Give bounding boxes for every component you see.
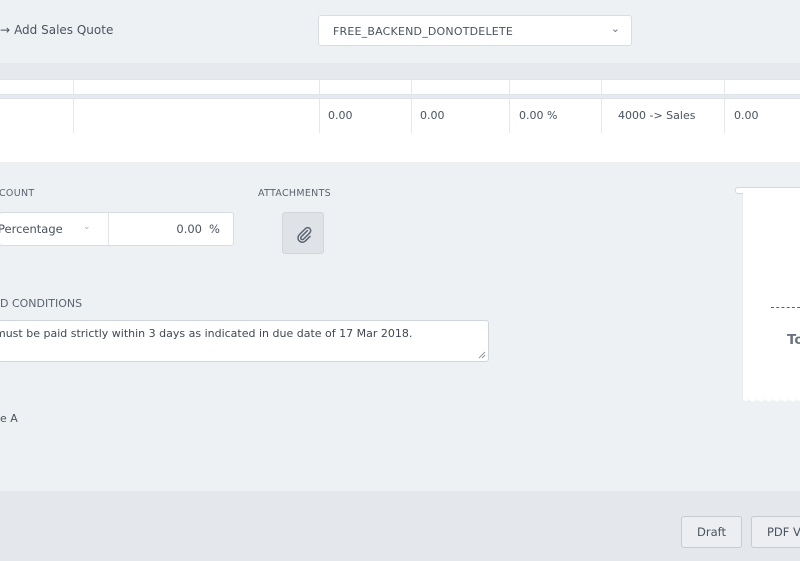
amount-cell[interactable]: 0.00 (734, 109, 759, 122)
chevron-down-icon: ⌄ (610, 22, 620, 35)
paperclip-icon (297, 226, 312, 243)
summary-card: To (743, 192, 800, 398)
back-link-label: Add Sales Quote (14, 23, 114, 37)
discount-label: COUNT (0, 188, 35, 199)
discount-type-value: Percentage (0, 222, 63, 236)
receipt-edge (743, 396, 800, 402)
attach-file-button[interactable] (282, 212, 324, 254)
draft-button[interactable]: Draft (681, 516, 742, 548)
organization-select[interactable]: FREE_BACKEND_DONOTDELETE ⌄ (318, 15, 632, 46)
pdf-button-label: PDF V (767, 525, 800, 539)
table-footer-space (0, 133, 800, 162)
discount-field: Percentage ⌄ % (0, 212, 234, 246)
organization-select-value: FREE_BACKEND_DONOTDELETE (333, 25, 513, 38)
discount-amount-input[interactable] (110, 213, 202, 245)
terms-label: D CONDITIONS (0, 297, 83, 310)
footer-bar (0, 491, 800, 561)
terms-textarea[interactable]: must be paid strictly within 3 days as i… (0, 320, 489, 362)
table-row[interactable]: 0.00 0.00 0.00 % 4000 -> Sales 0.00 (0, 98, 800, 134)
quantity-cell[interactable]: 0.00 (328, 109, 353, 122)
terms-text: must be paid strictly within 3 days as i… (0, 327, 413, 340)
account-cell[interactable]: 4000 -> Sales (618, 109, 695, 122)
draft-button-label: Draft (697, 525, 726, 539)
divider (108, 213, 109, 245)
percent-unit: % (209, 222, 220, 236)
price-cell[interactable]: 0.00 (420, 109, 445, 122)
divider (771, 307, 800, 308)
discount-cell[interactable]: 0.00 % (519, 109, 557, 122)
back-link[interactable]: → Add Sales Quote (0, 23, 113, 37)
chevron-down-icon: ⌄ (83, 222, 91, 232)
pdf-view-button[interactable]: PDF V (751, 516, 800, 548)
table-header-row (0, 79, 800, 95)
resize-handle-icon[interactable] (478, 351, 486, 359)
attachments-label: ATTACHMENTS (258, 188, 332, 199)
notes-label: e A (0, 412, 18, 425)
arrow-right-icon: → (0, 23, 11, 37)
discount-type-select[interactable]: Percentage ⌄ (0, 213, 109, 245)
total-label: To (787, 332, 800, 348)
